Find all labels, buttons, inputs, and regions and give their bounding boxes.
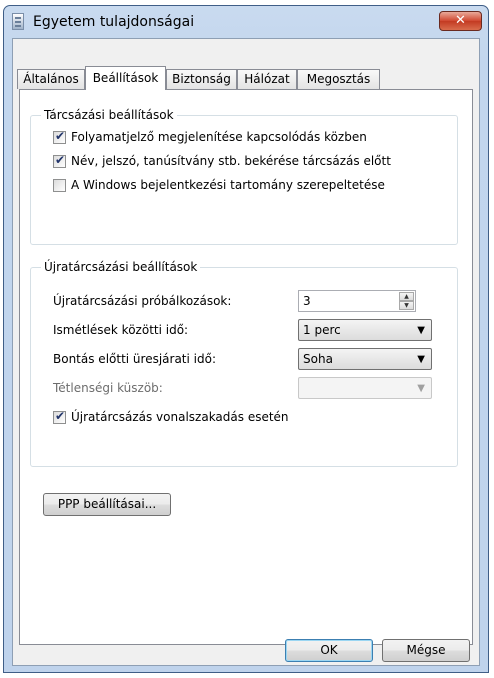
dialing-options-group: Tárcsázási beállítások Folyamatjelző meg… — [30, 108, 458, 245]
checkbox-checked-icon[interactable] — [53, 409, 66, 424]
dialog-body: Általános Beállítások Biztonság Hálózat … — [12, 38, 480, 666]
tab-security[interactable]: Biztonság — [166, 69, 237, 89]
chevron-down-icon: ▼ — [417, 354, 425, 365]
idle-time-select[interactable]: Soha ▼ — [298, 348, 432, 370]
redial-interval-value: 1 perc — [303, 323, 341, 337]
redial-options-group: Újratárcsázási beállítások Újratárcsázás… — [30, 260, 458, 467]
show-progress-checkbox[interactable]: Folyamatjelző megjelenítése kapcsolódás … — [53, 129, 367, 145]
spin-down-icon[interactable]: ▼ — [399, 301, 414, 310]
checkbox-label: A Windows bejelentkezési tartomány szere… — [71, 178, 385, 192]
cancel-button[interactable]: Mégse — [382, 639, 470, 662]
redial-interval-label: Ismétlések közötti idő: — [53, 323, 189, 337]
redial-attempts-spinner[interactable]: 3 ▲ ▼ — [298, 290, 416, 312]
checkbox-unchecked-icon[interactable] — [53, 178, 66, 192]
checkbox-label: Újratárcsázás vonalszakadás esetén — [71, 410, 289, 424]
checkbox-checked-icon[interactable] — [53, 153, 66, 168]
ok-button[interactable]: OK — [285, 639, 373, 662]
idle-threshold-select[interactable]: ▼ — [298, 377, 432, 399]
window-title: Egyetem tulajdonságai — [33, 14, 195, 30]
spinner-buttons: ▲ ▼ — [399, 292, 414, 310]
tab-sharing[interactable]: Megosztás — [297, 69, 380, 89]
redial-options-title: Újratárcsázási beállítások — [41, 260, 201, 274]
idle-time-value: Soha — [303, 352, 333, 366]
redial-interval-select[interactable]: 1 perc ▼ — [298, 319, 432, 341]
close-button[interactable]: ✕ — [439, 11, 482, 31]
prompt-credentials-checkbox[interactable]: Név, jelszó, tanúsítvány stb. bekérése t… — [53, 153, 391, 169]
redial-on-drop-checkbox[interactable]: Újratárcsázás vonalszakadás esetén — [53, 409, 289, 425]
tab-settings[interactable]: Beállítások — [85, 66, 166, 90]
tab-general[interactable]: Általános — [17, 69, 85, 89]
tab-network[interactable]: Hálózat — [237, 69, 297, 89]
checkbox-label: Folyamatjelző megjelenítése kapcsolódás … — [71, 130, 367, 144]
ppp-settings-button[interactable]: PPP beállításai... — [43, 493, 171, 516]
title-bar[interactable]: Egyetem tulajdonságai ✕ — [4, 6, 488, 38]
spin-up-icon[interactable]: ▲ — [399, 292, 414, 301]
dialing-options-title: Tárcsázási beállítások — [41, 108, 177, 122]
include-windows-domain-checkbox[interactable]: A Windows bejelentkezési tartomány szere… — [53, 177, 385, 193]
chevron-down-icon: ▼ — [417, 325, 425, 336]
close-icon: ✕ — [455, 13, 466, 28]
idle-time-label: Bontás előtti üresjárati idő: — [53, 352, 216, 366]
properties-window: Egyetem tulajdonságai ✕ Általános Beállí… — [3, 5, 489, 673]
chevron-down-icon: ▼ — [417, 383, 425, 394]
connection-document-icon — [12, 13, 24, 30]
redial-attempts-label: Újratárcsázási próbálkozások: — [53, 294, 232, 308]
redial-attempts-value[interactable]: 3 — [303, 294, 311, 308]
checkbox-checked-icon[interactable] — [53, 129, 66, 144]
checkbox-label: Név, jelszó, tanúsítvány stb. bekérése t… — [71, 154, 391, 168]
idle-threshold-label: Tétlenségi küszöb: — [53, 381, 163, 395]
settings-panel: Tárcsázási beállítások Folyamatjelző meg… — [19, 89, 473, 645]
